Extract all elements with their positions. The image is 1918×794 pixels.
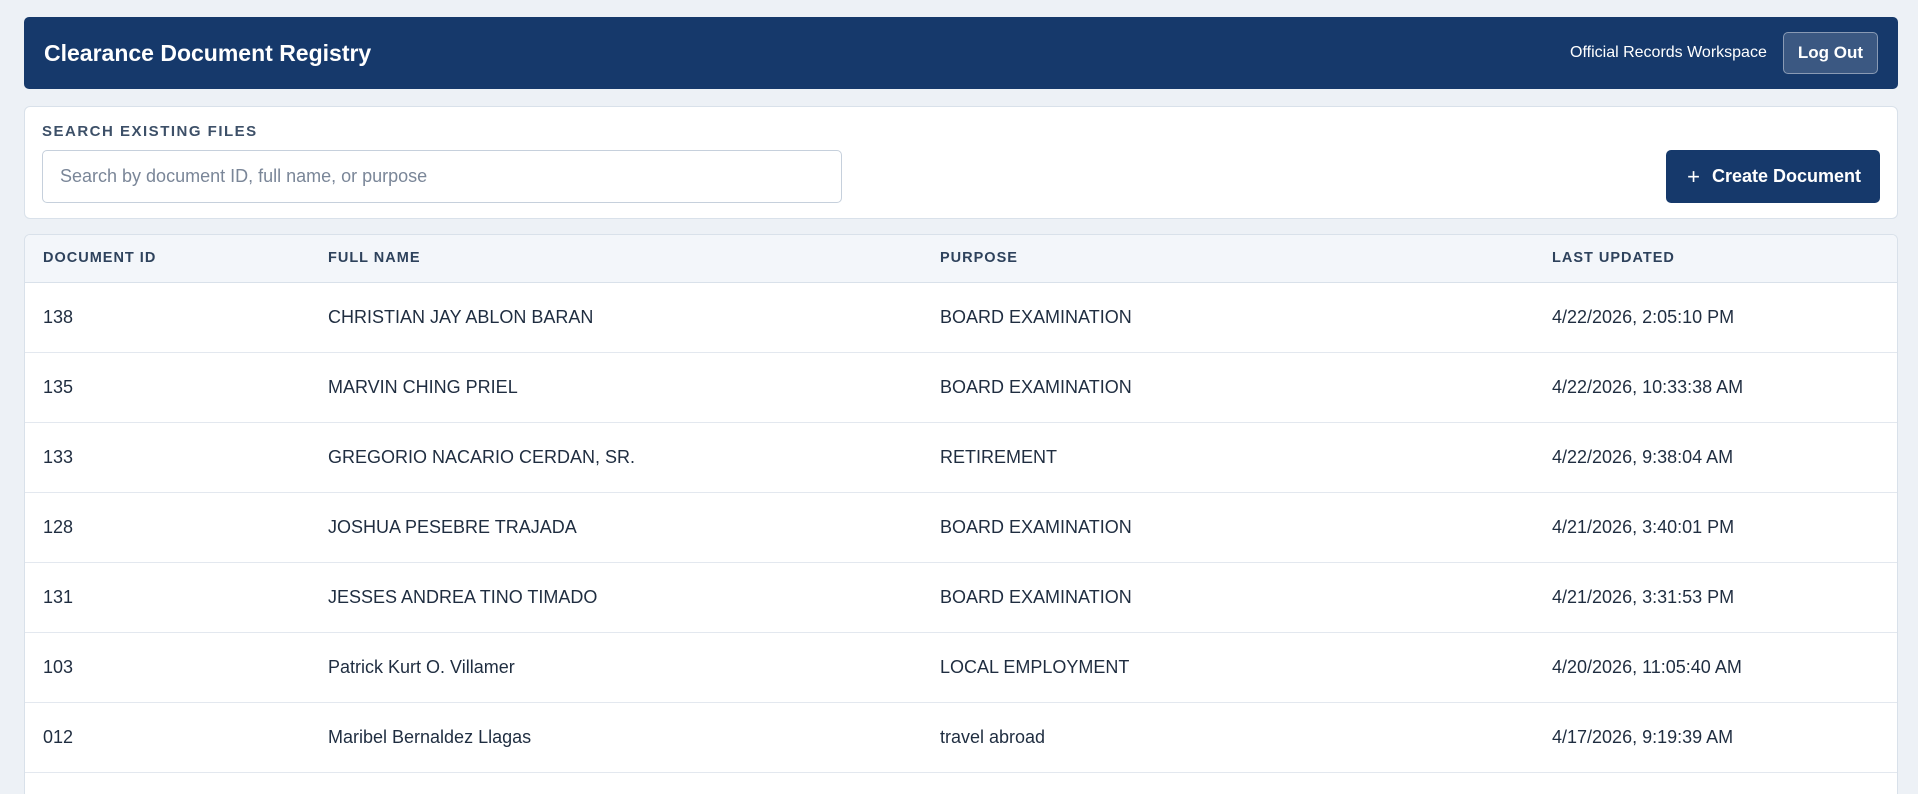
app-title: Clearance Document Registry	[44, 39, 372, 66]
table-row[interactable]: 012 Maribel Bernaldez Llagas travel abro…	[25, 702, 1897, 772]
workspace-label: Official Records Workspace	[1570, 44, 1767, 61]
table-row[interactable]: 103 Patrick Kurt O. Villamer LOCAL EMPLO…	[25, 632, 1897, 702]
cell-full-name: GREGORIO NACARIO CERDAN, SR.	[328, 446, 636, 467]
column-header-document-id[interactable]: DOCUMENT ID	[25, 235, 310, 283]
cell-document-id: 128	[43, 516, 74, 537]
column-header-purpose[interactable]: PURPOSE	[922, 235, 1534, 283]
cell-document-id: 133	[43, 446, 74, 467]
cell-purpose: travel abroad	[940, 726, 1046, 747]
cell-purpose: RETIREMENT	[940, 446, 1057, 467]
cell-document-id: 138	[43, 306, 74, 327]
top-header-bar: Clearance Document Registry Official Rec…	[24, 17, 1898, 89]
table-body: 138 CHRISTIAN JAY ABLON BARAN BOARD EXAM…	[25, 282, 1897, 772]
cell-document-id: 131	[43, 586, 74, 607]
cell-full-name: JOSHUA PESEBRE TRAJADA	[328, 516, 577, 537]
table-header: DOCUMENT ID FULL NAME PURPOSE LAST UPDAT…	[25, 235, 1897, 283]
cell-last-updated: 4/21/2026, 3:31:53 PM	[1552, 586, 1735, 607]
cell-purpose: BOARD EXAMINATION	[940, 376, 1132, 397]
cell-document-id: 135	[43, 376, 74, 397]
logout-button[interactable]: Log Out	[1782, 32, 1878, 74]
registry-page: Clearance Document Registry Official Rec…	[24, 17, 1898, 794]
table-row[interactable]: 138 CHRISTIAN JAY ABLON BARAN BOARD EXAM…	[25, 282, 1897, 352]
cell-full-name: CHRISTIAN JAY ABLON BARAN	[328, 306, 594, 327]
header-actions: Official Records Workspace Log Out	[1570, 32, 1878, 74]
search-label: SEARCH EXISTING FILES	[42, 123, 258, 140]
search-input[interactable]	[42, 150, 842, 203]
cell-full-name: Maribel Bernaldez Llagas	[328, 726, 532, 747]
cell-last-updated: 4/20/2026, 11:05:40 AM	[1552, 656, 1742, 677]
cell-last-updated: 4/17/2026, 9:19:39 AM	[1552, 726, 1734, 747]
cell-last-updated: 4/22/2026, 2:05:10 PM	[1552, 306, 1735, 327]
cell-last-updated: 4/22/2026, 10:33:38 AM	[1552, 376, 1744, 397]
cell-last-updated: 4/21/2026, 3:40:01 PM	[1552, 516, 1735, 537]
documents-table: DOCUMENT ID FULL NAME PURPOSE LAST UPDAT…	[25, 235, 1897, 773]
cell-purpose: LOCAL EMPLOYMENT	[940, 656, 1130, 677]
column-header-last-updated[interactable]: LAST UPDATED	[1534, 235, 1897, 283]
cell-document-id: 103	[43, 656, 74, 677]
create-document-label: Create Document	[1711, 166, 1861, 186]
table-header-row: DOCUMENT ID FULL NAME PURPOSE LAST UPDAT…	[25, 235, 1897, 283]
table-row[interactable]: 131 JESSES ANDREA TINO TIMADO BOARD EXAM…	[25, 562, 1897, 632]
table-row[interactable]: 128 JOSHUA PESEBRE TRAJADA BOARD EXAMINA…	[25, 492, 1897, 562]
cell-full-name: Patrick Kurt O. Villamer	[328, 656, 515, 677]
table-row[interactable]: 135 MARVIN CHING PRIEL BOARD EXAMINATION…	[25, 352, 1897, 422]
create-document-button[interactable]: + Create Document	[1666, 150, 1880, 203]
cell-purpose: BOARD EXAMINATION	[940, 306, 1132, 327]
cell-last-updated: 4/22/2026, 9:38:04 AM	[1552, 446, 1734, 467]
column-header-full-name[interactable]: FULL NAME	[310, 235, 922, 283]
table-row[interactable]: 133 GREGORIO NACARIO CERDAN, SR. RETIREM…	[25, 422, 1897, 492]
cell-purpose: BOARD EXAMINATION	[940, 586, 1132, 607]
cell-full-name: MARVIN CHING PRIEL	[328, 376, 518, 397]
search-panel: SEARCH EXISTING FILES + Create Document	[24, 106, 1898, 219]
plus-icon: +	[1687, 163, 1700, 189]
cell-purpose: BOARD EXAMINATION	[940, 516, 1132, 537]
cell-full-name: JESSES ANDREA TINO TIMADO	[328, 586, 598, 607]
cell-document-id: 012	[43, 726, 74, 747]
documents-table-panel: DOCUMENT ID FULL NAME PURPOSE LAST UPDAT…	[24, 234, 1898, 794]
